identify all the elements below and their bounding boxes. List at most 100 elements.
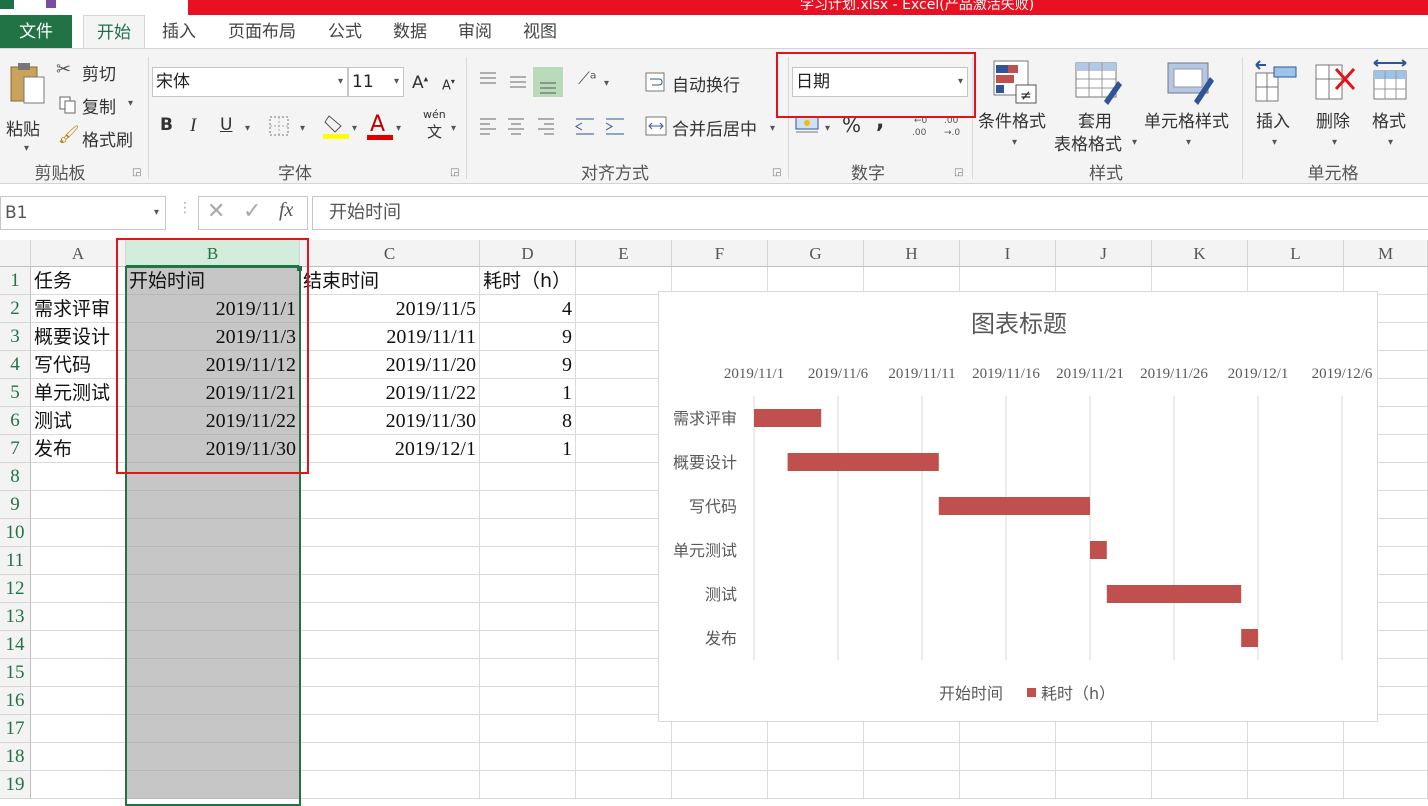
orientation-dropdown-icon[interactable]: ▾ [604, 78, 609, 89]
cell-d3[interactable]: 9 [480, 323, 576, 351]
border-dropdown-icon[interactable]: ▾ [300, 123, 305, 134]
cell-empty[interactable] [576, 771, 672, 799]
col-header-d[interactable]: D [480, 240, 576, 267]
row-header[interactable]: 11 [0, 547, 31, 575]
border-icon[interactable] [268, 115, 290, 137]
tab-data[interactable]: 数据 [382, 15, 438, 49]
row-header[interactable]: 8 [0, 463, 31, 491]
underline-dropdown-icon[interactable]: ▾ [245, 123, 250, 134]
phonetic-dropdown-icon[interactable]: ▾ [451, 123, 456, 134]
cell-empty[interactable] [576, 743, 672, 771]
cell-empty[interactable] [672, 771, 768, 799]
row-header[interactable]: 10 [0, 519, 31, 547]
row-header[interactable]: 17 [0, 715, 31, 743]
delete-cells-button[interactable]: 删除 ▾ [1310, 57, 1360, 157]
cell-a12[interactable] [31, 575, 126, 603]
cell-a17[interactable] [31, 715, 126, 743]
cell-c1[interactable]: 结束时间 [300, 267, 480, 295]
clipboard-launcher-icon[interactable]: ◲ [132, 167, 141, 178]
cell-d11[interactable] [480, 547, 576, 575]
cell-empty[interactable] [1056, 771, 1152, 799]
format-painter-button[interactable]: 🖌 格式刷 [56, 125, 146, 151]
drag-handle-icon[interactable]: ⋮ [178, 200, 192, 216]
increase-font-icon[interactable]: A▴ [412, 73, 428, 93]
cell-d6[interactable]: 8 [480, 407, 576, 435]
col-header-j[interactable]: J [1056, 240, 1152, 267]
cell-b12[interactable] [126, 575, 300, 603]
cell-c18[interactable] [300, 743, 480, 771]
format-table-dropdown-icon[interactable]: ▾ [1132, 137, 1137, 148]
paste-button[interactable]: 粘贴 ▾ [4, 59, 50, 154]
insert-cells-button[interactable]: 插入 ▾ [1250, 57, 1300, 157]
tab-view[interactable]: 视图 [512, 15, 568, 49]
cell-a13[interactable] [31, 603, 126, 631]
cell-empty[interactable] [768, 771, 864, 799]
cell-b9[interactable] [126, 491, 300, 519]
cell-empty[interactable] [864, 743, 960, 771]
cell-c11[interactable] [300, 547, 480, 575]
col-header-a[interactable]: A [31, 240, 126, 267]
row-header[interactable]: 12 [0, 575, 31, 603]
cell-a9[interactable] [31, 491, 126, 519]
cell-empty[interactable] [1248, 743, 1344, 771]
cell-styles-dropdown-icon[interactable]: ▾ [1186, 137, 1191, 148]
tab-home[interactable]: 开始 [83, 15, 145, 50]
bold-button[interactable]: B [160, 115, 173, 135]
cell-b13[interactable] [126, 603, 300, 631]
cell-c12[interactable] [300, 575, 480, 603]
cell-b14[interactable] [126, 631, 300, 659]
cell-empty[interactable] [1248, 771, 1344, 799]
cell-c2[interactable]: 2019/11/5 [300, 295, 480, 323]
cell-c6[interactable]: 2019/11/30 [300, 407, 480, 435]
cell-empty[interactable] [1056, 743, 1152, 771]
tab-insert[interactable]: 插入 [150, 15, 208, 49]
cell-a3[interactable]: 概要设计 [31, 323, 126, 351]
decrease-font-icon[interactable]: A▾ [442, 77, 455, 93]
cell-b15[interactable] [126, 659, 300, 687]
vertical-align-icons[interactable] [476, 67, 566, 97]
col-header-m[interactable]: M [1344, 240, 1428, 267]
cell-c15[interactable] [300, 659, 480, 687]
cell-d5[interactable]: 1 [480, 379, 576, 407]
cell-b16[interactable] [126, 687, 300, 715]
cell-c7[interactable]: 2019/12/1 [300, 435, 480, 463]
cell-empty[interactable] [960, 743, 1056, 771]
row-header[interactable]: 2 [0, 295, 31, 323]
cell-d8[interactable] [480, 463, 576, 491]
row-header[interactable]: 19 [0, 771, 31, 799]
alignment-launcher-icon[interactable]: ◲ [772, 167, 781, 178]
cell-d18[interactable] [480, 743, 576, 771]
font-launcher-icon[interactable]: ◲ [450, 167, 459, 178]
tab-formulas[interactable]: 公式 [318, 15, 372, 49]
font-name-combo[interactable]: 宋体 ▾ [152, 67, 348, 97]
cell-c4[interactable]: 2019/11/20 [300, 351, 480, 379]
cell-c10[interactable] [300, 519, 480, 547]
col-header-h[interactable]: H [864, 240, 960, 267]
cell-empty[interactable] [768, 743, 864, 771]
row-header[interactable]: 14 [0, 631, 31, 659]
insert-dropdown-icon[interactable]: ▾ [1272, 137, 1277, 148]
format-dropdown-icon[interactable]: ▾ [1388, 137, 1393, 148]
cell-empty[interactable] [1152, 771, 1248, 799]
cell-d12[interactable] [480, 575, 576, 603]
cell-b10[interactable] [126, 519, 300, 547]
cell-c8[interactable] [300, 463, 480, 491]
cell-b17[interactable] [126, 715, 300, 743]
paste-dropdown-icon[interactable]: ▾ [24, 143, 29, 154]
col-header-c[interactable]: C [300, 240, 480, 267]
font-color-icon[interactable]: A [367, 111, 393, 141]
font-color-dropdown-icon[interactable]: ▾ [396, 123, 401, 134]
cell-d7[interactable]: 1 [480, 435, 576, 463]
insert-function-icon[interactable]: fx [279, 199, 293, 222]
cell-empty[interactable] [1344, 743, 1428, 771]
tab-review[interactable]: 审阅 [447, 15, 503, 49]
conditional-format-button[interactable]: ≠ 条件格式 ▾ [976, 57, 1052, 157]
cell-a10[interactable] [31, 519, 126, 547]
phonetic-icon[interactable]: wén [423, 108, 446, 121]
row-header[interactable]: 5 [0, 379, 31, 407]
col-header-i[interactable]: I [960, 240, 1056, 267]
fill-dropdown-icon[interactable]: ▾ [352, 123, 357, 134]
cell-empty[interactable] [864, 771, 960, 799]
col-header-k[interactable]: K [1152, 240, 1248, 267]
cell-b18[interactable] [126, 743, 300, 771]
